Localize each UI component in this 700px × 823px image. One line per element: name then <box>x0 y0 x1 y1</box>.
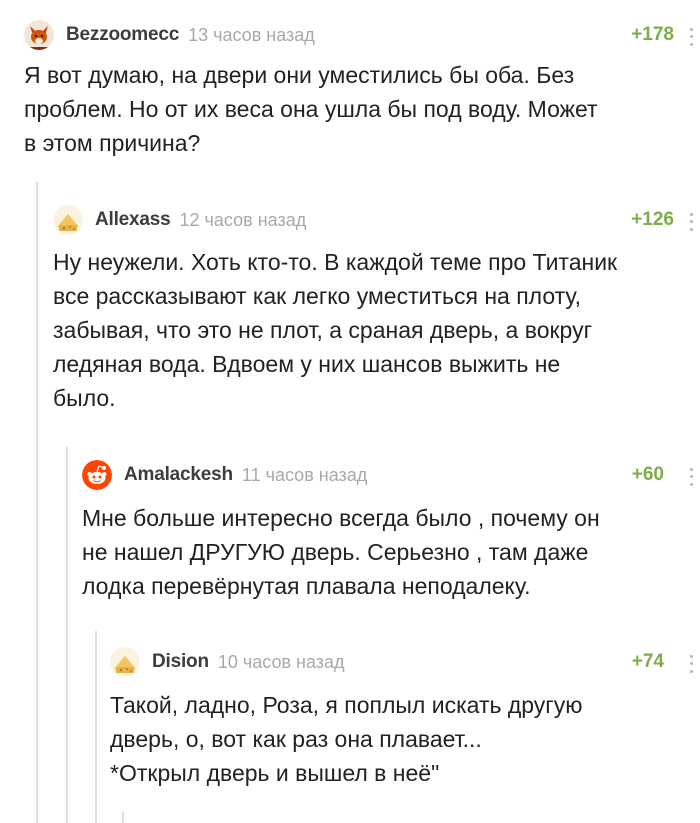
comment-text-line: все рассказывают как легко уместиться на… <box>53 283 582 309</box>
comment-amalackesh: Amalackesh 11 часов назад +60 Мне больше… <box>82 458 694 608</box>
comment-header: Bezzoomecc 13 часов назад <box>24 18 315 52</box>
username[interactable]: Dision <box>152 651 209 673</box>
rating: +74 <box>631 651 664 672</box>
thread-line-level-1[interactable] <box>36 182 38 823</box>
more-options-icon[interactable] <box>688 26 694 48</box>
comment-text-line: проблем. Но от их веса она ушла бы под в… <box>24 96 598 122</box>
comment-text: Ну неужели. Хоть кто-то. В каждой теме п… <box>53 245 617 415</box>
timestamp: 10 часов назад <box>217 651 345 672</box>
comment-text: Такой, ладно, Роза, я поплыл искать друг… <box>110 688 582 790</box>
comment-text: Мне больше интересно всегда было , почем… <box>82 501 600 603</box>
comment-dision: Dision 10 часов назад +74 Такой, ладно, … <box>110 645 694 805</box>
timestamp: 11 часов назад <box>241 464 368 485</box>
comment-text-line: Ну неужели. Хоть кто-то. В каждой теме п… <box>53 249 618 275</box>
comment-text-line: было. <box>53 385 116 411</box>
rating: +178 <box>631 24 674 45</box>
comment-header: Amalackesh 11 часов назад <box>82 458 367 492</box>
username[interactable]: Bezzoomecc <box>66 24 179 46</box>
rating: +60 <box>631 464 664 485</box>
more-options-icon[interactable] <box>688 211 694 233</box>
comment-text-line: Такой, ладно, Роза, я поплыл искать друг… <box>110 692 583 718</box>
comment-header: Allexass 12 часов назад <box>53 203 306 237</box>
default-pikabu-avatar-icon[interactable] <box>53 205 83 235</box>
thread-line-level-3[interactable] <box>95 631 97 823</box>
comment-bezzoomecc: Bezzoomecc 13 часов назад +178 Я вот дум… <box>24 18 694 168</box>
username[interactable]: Amalackesh <box>124 464 233 486</box>
comment-text-line: дверь, о, вот как раз она плавает... <box>110 726 482 752</box>
timestamp: 13 часов назад <box>188 24 315 45</box>
comment-text: Я вот думаю, на двери они уместились бы … <box>24 58 598 160</box>
comment-text-line: *Открыл дверь и вышел в неё" <box>110 760 440 786</box>
reddit-alien-avatar-icon[interactable] <box>82 460 112 490</box>
comment-text-line: ледяная вода. Вдвоем у них шансов выжить… <box>53 351 561 377</box>
comment-allexass: Allexass 12 часов назад +126 Ну неужели.… <box>53 203 694 423</box>
timestamp: 12 часов назад <box>179 209 307 230</box>
comment-text-line: лодка перевёрнутая плавала неподалеку. <box>82 573 531 599</box>
comment-text-line: не нашел ДРУГУЮ дверь. Серьезно , там да… <box>82 539 589 565</box>
comment-text-line: Мне больше интересно всегда было , почем… <box>82 505 600 531</box>
username[interactable]: Allexass <box>95 209 171 231</box>
comment-text-line: в этом причина? <box>24 130 201 156</box>
fox-avatar-icon[interactable] <box>24 20 54 50</box>
more-options-icon[interactable] <box>688 653 694 675</box>
comment-text-line: забывая, что это не плот, а сраная дверь… <box>53 317 592 343</box>
more-options-icon[interactable] <box>688 466 694 488</box>
thread-line-level-2[interactable] <box>66 447 68 823</box>
rating: +126 <box>631 209 674 230</box>
comment-header: Dision 10 часов назад <box>110 645 345 679</box>
thread-line-level-4[interactable] <box>122 812 124 823</box>
comment-text-line: Я вот думаю, на двери они уместились бы … <box>24 62 575 88</box>
default-pikabu-avatar-icon[interactable] <box>110 647 140 677</box>
